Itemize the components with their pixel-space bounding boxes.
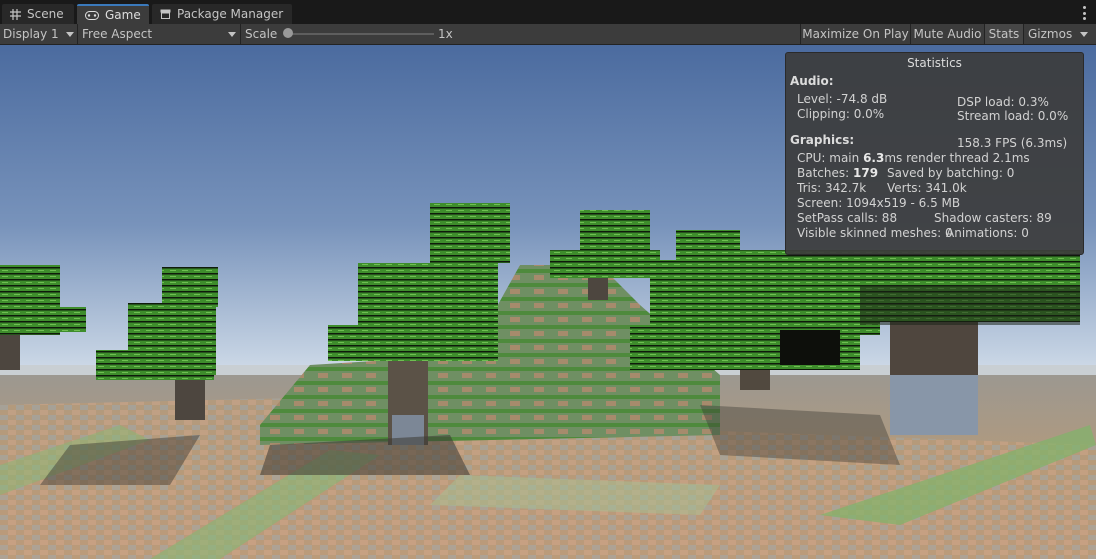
screen-readout: Screen: 1094x519 - 6.5 MB [797,196,961,210]
package-icon [160,9,171,19]
cpu-readout: CPU: main 6.3ms render thread 2.1ms [797,151,1030,165]
gamepad-icon [85,10,99,20]
mute-audio-button[interactable]: Mute Audio [910,24,984,44]
saved-by-batching: Saved by batching: 0 [887,166,1015,180]
tab-package-manager-label: Package Manager [177,7,284,21]
audio-clipping: Clipping: 0.0% [797,107,885,121]
chevron-down-icon [1080,32,1088,37]
toolbar-divider [77,24,78,44]
editor-tab-bar: Scene Game Package Manager [0,0,1096,25]
maximize-on-play-label: Maximize On Play [802,27,909,41]
animations-readout: Animations: 0 [946,226,1029,240]
mute-audio-label: Mute Audio [913,27,982,41]
stream-load: Stream load: 0.0% [957,109,1069,123]
more-options-icon[interactable] [1082,6,1086,20]
tab-game-label: Game [105,8,141,22]
maximize-on-play-button[interactable]: Maximize On Play [800,24,910,44]
stats-label: Stats [988,27,1020,41]
gizmos-label: Gizmos [1028,27,1073,41]
tab-scene[interactable]: Scene [2,4,74,24]
audio-level: Level: -74.8 dB [797,92,888,106]
display-dropdown-label: Display 1 [3,27,59,41]
setpass-readout: SetPass calls: 88 [797,211,898,225]
verts-readout: Verts: 341.0k [887,181,967,195]
scale-label: Scale [245,27,278,41]
batches-readout: Batches: 179 [797,166,879,180]
chevron-down-icon [228,32,236,37]
stats-button[interactable]: Stats [984,24,1023,44]
aspect-dropdown-label: Free Aspect [82,27,153,41]
display-dropdown[interactable]: Display 1 [0,24,76,44]
tab-package-manager[interactable]: Package Manager [152,4,292,24]
tab-game[interactable]: Game [77,4,149,24]
scale-value: 1x [438,27,453,41]
game-view-toolbar: Display 1 Free Aspect Scale 1x Maximize … [0,24,1096,45]
shadow-casters-readout: Shadow casters: 89 [934,211,1052,225]
scale-slider-thumb[interactable] [283,28,293,38]
statistics-title: Statistics [907,56,962,70]
aspect-dropdown[interactable]: Free Aspect [79,24,239,44]
grid-icon [10,8,21,20]
dsp-load: DSP load: 0.3% [957,95,1049,109]
visible-skinned-readout: Visible skinned meshes: 0 [797,226,953,240]
chevron-down-icon [66,32,74,37]
fps-readout: 158.3 FPS (6.3ms) [957,136,1068,150]
tab-scene-label: Scene [27,7,64,21]
statistics-panel: Statistics Audio: Level: -74.8 dB Clippi… [785,52,1084,255]
graphics-header: Graphics: [790,133,855,147]
audio-header: Audio: [790,74,834,88]
scale-slider-track[interactable] [288,33,434,35]
toolbar-divider [240,24,241,44]
tris-readout: Tris: 342.7k [797,181,867,195]
